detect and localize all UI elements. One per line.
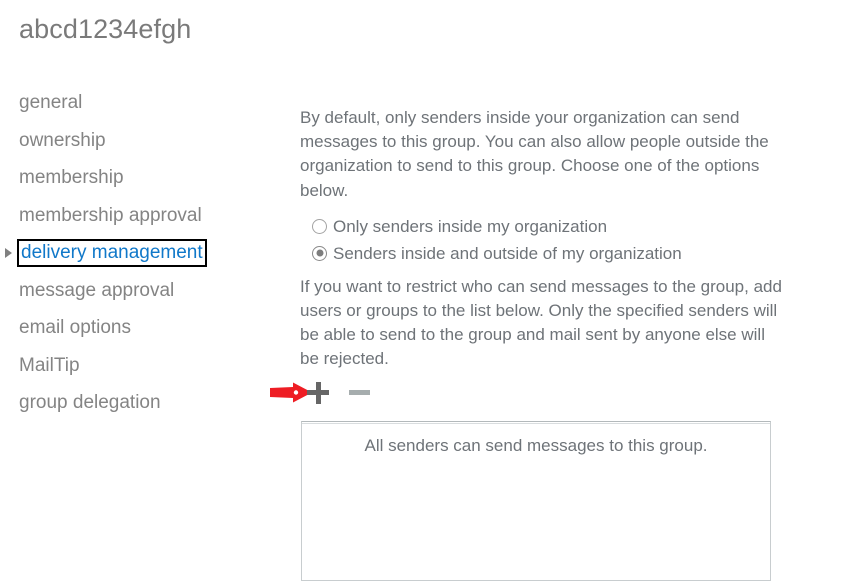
remove-sender-button[interactable] xyxy=(346,379,374,407)
sidebar-item-label: email options xyxy=(19,317,131,339)
radio-button-icon[interactable] xyxy=(312,218,327,234)
sidebar-item-membership-approval[interactable]: membership approval xyxy=(0,197,270,235)
minus-icon xyxy=(349,390,370,395)
sidebar-item-label: general xyxy=(19,92,83,114)
sidebar-item-group-delegation[interactable]: group delegation xyxy=(0,384,270,422)
sidebar-item-message-approval[interactable]: message approval xyxy=(0,272,270,310)
sidebar-item-label: membership approval xyxy=(19,204,202,226)
sidebar-item-membership[interactable]: membership xyxy=(0,159,270,197)
intro-paragraph: By default, only senders inside your org… xyxy=(300,108,769,200)
restrict-paragraph: If you want to restrict who can send mes… xyxy=(300,276,782,369)
sidebar-item-label: delivery management xyxy=(21,241,203,263)
plus-icon-vertical xyxy=(315,382,321,404)
radio-button-selected-icon[interactable] xyxy=(312,245,327,261)
sidebar-item-label: MailTip xyxy=(19,354,80,376)
sidebar-item-email-options[interactable]: email options xyxy=(0,309,270,347)
sender-restriction-radio-group: Only senders inside my organization Send… xyxy=(300,213,790,267)
sidebar-item-mailtip[interactable]: MailTip xyxy=(0,347,270,385)
caret-right-icon xyxy=(5,247,12,258)
sidebar-item-label: ownership xyxy=(19,129,106,151)
sidebar-item-general[interactable]: general xyxy=(0,84,270,122)
list-toolbar xyxy=(305,379,374,407)
listbox-empty-message: All senders can send messages to this gr… xyxy=(364,436,708,455)
sidebar-item-label: membership xyxy=(19,167,124,189)
radio-option-inside-and-outside[interactable]: Senders inside and outside of my organiz… xyxy=(312,240,790,267)
sidebar-navigation: general ownership membership membership … xyxy=(0,84,270,422)
radio-option-label: Senders inside and outside of my organiz… xyxy=(333,243,682,263)
add-sender-button[interactable] xyxy=(305,379,333,407)
allowed-senders-listbox[interactable]: All senders can send messages to this gr… xyxy=(301,421,771,581)
focus-outline: delivery management xyxy=(17,238,207,267)
radio-option-inside-only[interactable]: Only senders inside my organization xyxy=(312,213,790,240)
delivery-management-pane: By default, only senders inside your org… xyxy=(300,106,790,372)
sidebar-item-label: group delegation xyxy=(19,392,161,414)
sidebar-item-ownership[interactable]: ownership xyxy=(0,122,270,160)
page-title: abcd1234efgh xyxy=(19,14,192,44)
sidebar-item-delivery-management[interactable]: delivery management xyxy=(0,234,270,272)
sidebar-item-label: message approval xyxy=(19,279,175,301)
radio-option-label: Only senders inside my organization xyxy=(333,216,608,236)
